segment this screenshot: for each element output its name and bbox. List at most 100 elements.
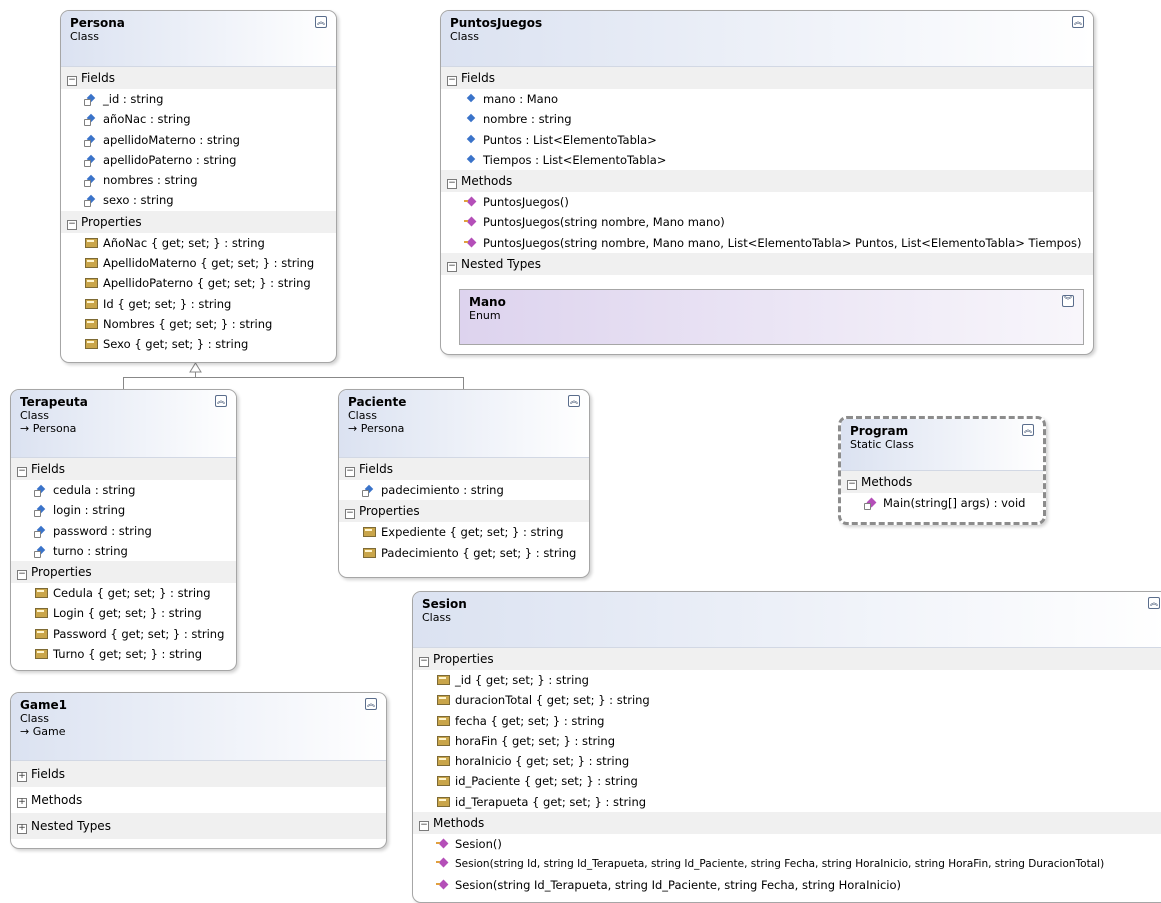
member-field[interactable]: nombre : string: [441, 109, 1093, 129]
section-methods[interactable]: − Methods: [441, 170, 1093, 193]
section-properties[interactable]: − Properties: [61, 210, 336, 233]
member-field[interactable]: padecimiento : string: [339, 480, 589, 500]
minus-icon[interactable]: −: [419, 821, 429, 832]
member-method[interactable]: Sesion(): [413, 834, 1161, 854]
member-method[interactable]: Main(string[] args) : void: [841, 493, 1043, 513]
property-icon: [34, 648, 48, 660]
section-nested-types[interactable]: + Nested Types: [11, 813, 386, 839]
property-icon: [84, 277, 98, 289]
member-property[interactable]: horaInicio { get; set; } : string: [413, 751, 1161, 771]
member-field[interactable]: añoNac : string: [61, 109, 336, 129]
member-property[interactable]: ApellidoMaterno { get; set; } : string: [61, 253, 336, 273]
minus-icon[interactable]: −: [17, 467, 27, 477]
minus-icon[interactable]: −: [447, 179, 457, 190]
member-property[interactable]: Sexo { get; set; } : string: [61, 334, 336, 354]
property-icon: [436, 775, 450, 787]
member-property[interactable]: horaFin { get; set; } : string: [413, 731, 1161, 751]
method-icon: [464, 216, 478, 228]
class-persona[interactable]: Persona Class ︽ − Fields _id : string año…: [60, 10, 337, 363]
member-field[interactable]: turno : string: [11, 541, 236, 561]
class-game1[interactable]: Game1 Class → Game ︽ + Fields + Methods + N…: [10, 692, 387, 849]
class-program[interactable]: Program Static Class ︽ − Methods Main(str…: [838, 416, 1046, 525]
plus-icon[interactable]: +: [17, 824, 27, 834]
minus-icon[interactable]: −: [447, 76, 457, 86]
section-methods[interactable]: − Methods: [413, 812, 1161, 835]
member-field[interactable]: apellidoPaterno : string: [61, 150, 336, 170]
double-chevron-up-icon[interactable]: ︽: [568, 395, 580, 407]
member-property[interactable]: Id { get; set; } : string: [61, 294, 336, 314]
private-field-icon: [84, 134, 98, 147]
section-fields[interactable]: − Fields: [11, 458, 236, 480]
double-chevron-up-icon[interactable]: ︽: [1072, 16, 1084, 28]
minus-icon[interactable]: −: [17, 570, 27, 581]
minus-icon[interactable]: −: [345, 509, 355, 520]
member-property[interactable]: Nombres { get; set; } : string: [61, 314, 336, 334]
member-property[interactable]: id_Paciente { get; set; } : string: [413, 771, 1161, 791]
plus-icon[interactable]: +: [17, 798, 27, 808]
member-field[interactable]: Puntos : List<ElementoTabla>: [441, 130, 1093, 150]
minus-icon[interactable]: −: [447, 262, 457, 273]
property-icon: [84, 257, 98, 269]
section-properties[interactable]: − Properties: [11, 561, 236, 584]
member-property[interactable]: AñoNac { get; set; } : string: [61, 233, 336, 253]
member-field[interactable]: Tiempos : List<ElementoTabla>: [441, 150, 1093, 170]
member-method[interactable]: PuntosJuegos(string nombre, Mano mano): [441, 212, 1093, 232]
double-chevron-up-icon[interactable]: ︽: [215, 395, 227, 407]
class-name: Game1: [20, 698, 67, 712]
double-chevron-up-icon[interactable]: ︽: [1148, 597, 1160, 609]
nested-enum-mano[interactable]: Mano Enum ︾: [459, 289, 1084, 345]
section-nested-types[interactable]: − Nested Types: [441, 253, 1093, 276]
section-fields[interactable]: − Fields: [339, 458, 589, 480]
member-field[interactable]: mano : Mano: [441, 89, 1093, 109]
double-chevron-down-icon[interactable]: ︾: [1062, 295, 1074, 307]
minus-icon[interactable]: −: [847, 480, 857, 490]
member-property[interactable]: id_Terapueta { get; set; } : string: [413, 792, 1161, 812]
member-property[interactable]: duracionTotal { get; set; } : string: [413, 690, 1161, 710]
member-property[interactable]: _id { get; set; } : string: [413, 670, 1161, 690]
member-method[interactable]: PuntosJuegos(string nombre, Mano mano, L…: [441, 233, 1093, 253]
section-fields[interactable]: − Fields: [441, 67, 1093, 89]
member-property[interactable]: Turno { get; set; } : string: [11, 644, 236, 664]
property-icon: [84, 298, 98, 310]
class-paciente[interactable]: Paciente Class → Persona ︽ − Fields padec…: [338, 389, 590, 578]
double-chevron-up-icon[interactable]: ︽: [365, 698, 377, 710]
member-property[interactable]: Expediente { get; set; } : string: [339, 522, 589, 542]
section-fields[interactable]: + Fields: [11, 761, 386, 787]
member-property[interactable]: ApellidoPaterno { get; set; } : string: [61, 273, 336, 293]
member-property[interactable]: Login { get; set; } : string: [11, 603, 236, 623]
property-icon: [84, 338, 98, 350]
member-field[interactable]: login : string: [11, 500, 236, 520]
plus-icon[interactable]: +: [17, 772, 27, 782]
member-field[interactable]: apellidoMaterno : string: [61, 130, 336, 150]
section-properties[interactable]: − Properties: [339, 500, 589, 523]
member-field[interactable]: password : string: [11, 521, 236, 541]
member-field[interactable]: sexo : string: [61, 190, 336, 210]
minus-icon[interactable]: −: [419, 657, 429, 667]
member-property[interactable]: fecha { get; set; } : string: [413, 711, 1161, 731]
member-field[interactable]: _id : string: [61, 89, 336, 109]
minus-icon[interactable]: −: [67, 76, 77, 86]
minus-icon[interactable]: −: [67, 219, 77, 230]
member-method[interactable]: Sesion(string Id_Terapueta, string Id_Pa…: [413, 875, 1161, 895]
member-property[interactable]: Padecimiento { get; set; } : string: [339, 543, 589, 563]
section-properties[interactable]: − Properties: [413, 648, 1161, 670]
member-property[interactable]: Cedula { get; set; } : string: [11, 583, 236, 603]
class-sesion[interactable]: Sesion Class ︽ − Properties _id { get; se…: [412, 591, 1161, 903]
property-icon: [436, 694, 450, 706]
double-chevron-up-icon[interactable]: ︽: [1022, 424, 1034, 436]
section-methods[interactable]: + Methods: [11, 787, 386, 813]
minus-icon[interactable]: −: [345, 467, 355, 477]
class-stereotype: Class: [348, 409, 377, 422]
member-field[interactable]: cedula : string: [11, 480, 236, 500]
member-method[interactable]: Sesion(string Id, string Id_Terapueta, s…: [413, 854, 1161, 874]
section-methods[interactable]: − Methods: [841, 471, 1043, 493]
class-terapeuta[interactable]: Terapeuta Class → Persona ︽ − Fields cedu…: [10, 389, 237, 671]
member-field[interactable]: nombres : string: [61, 170, 336, 190]
member-property[interactable]: Password { get; set; } : string: [11, 624, 236, 644]
class-puntosjuegos[interactable]: PuntosJuegos Class ︽ − Fields mano : Mano…: [440, 10, 1094, 355]
class-stereotype: Class: [70, 30, 99, 43]
section-fields[interactable]: − Fields: [61, 67, 336, 89]
member-method[interactable]: PuntosJuegos(): [441, 192, 1093, 212]
double-chevron-up-icon[interactable]: ︽: [315, 16, 327, 28]
method-icon: [436, 879, 450, 891]
